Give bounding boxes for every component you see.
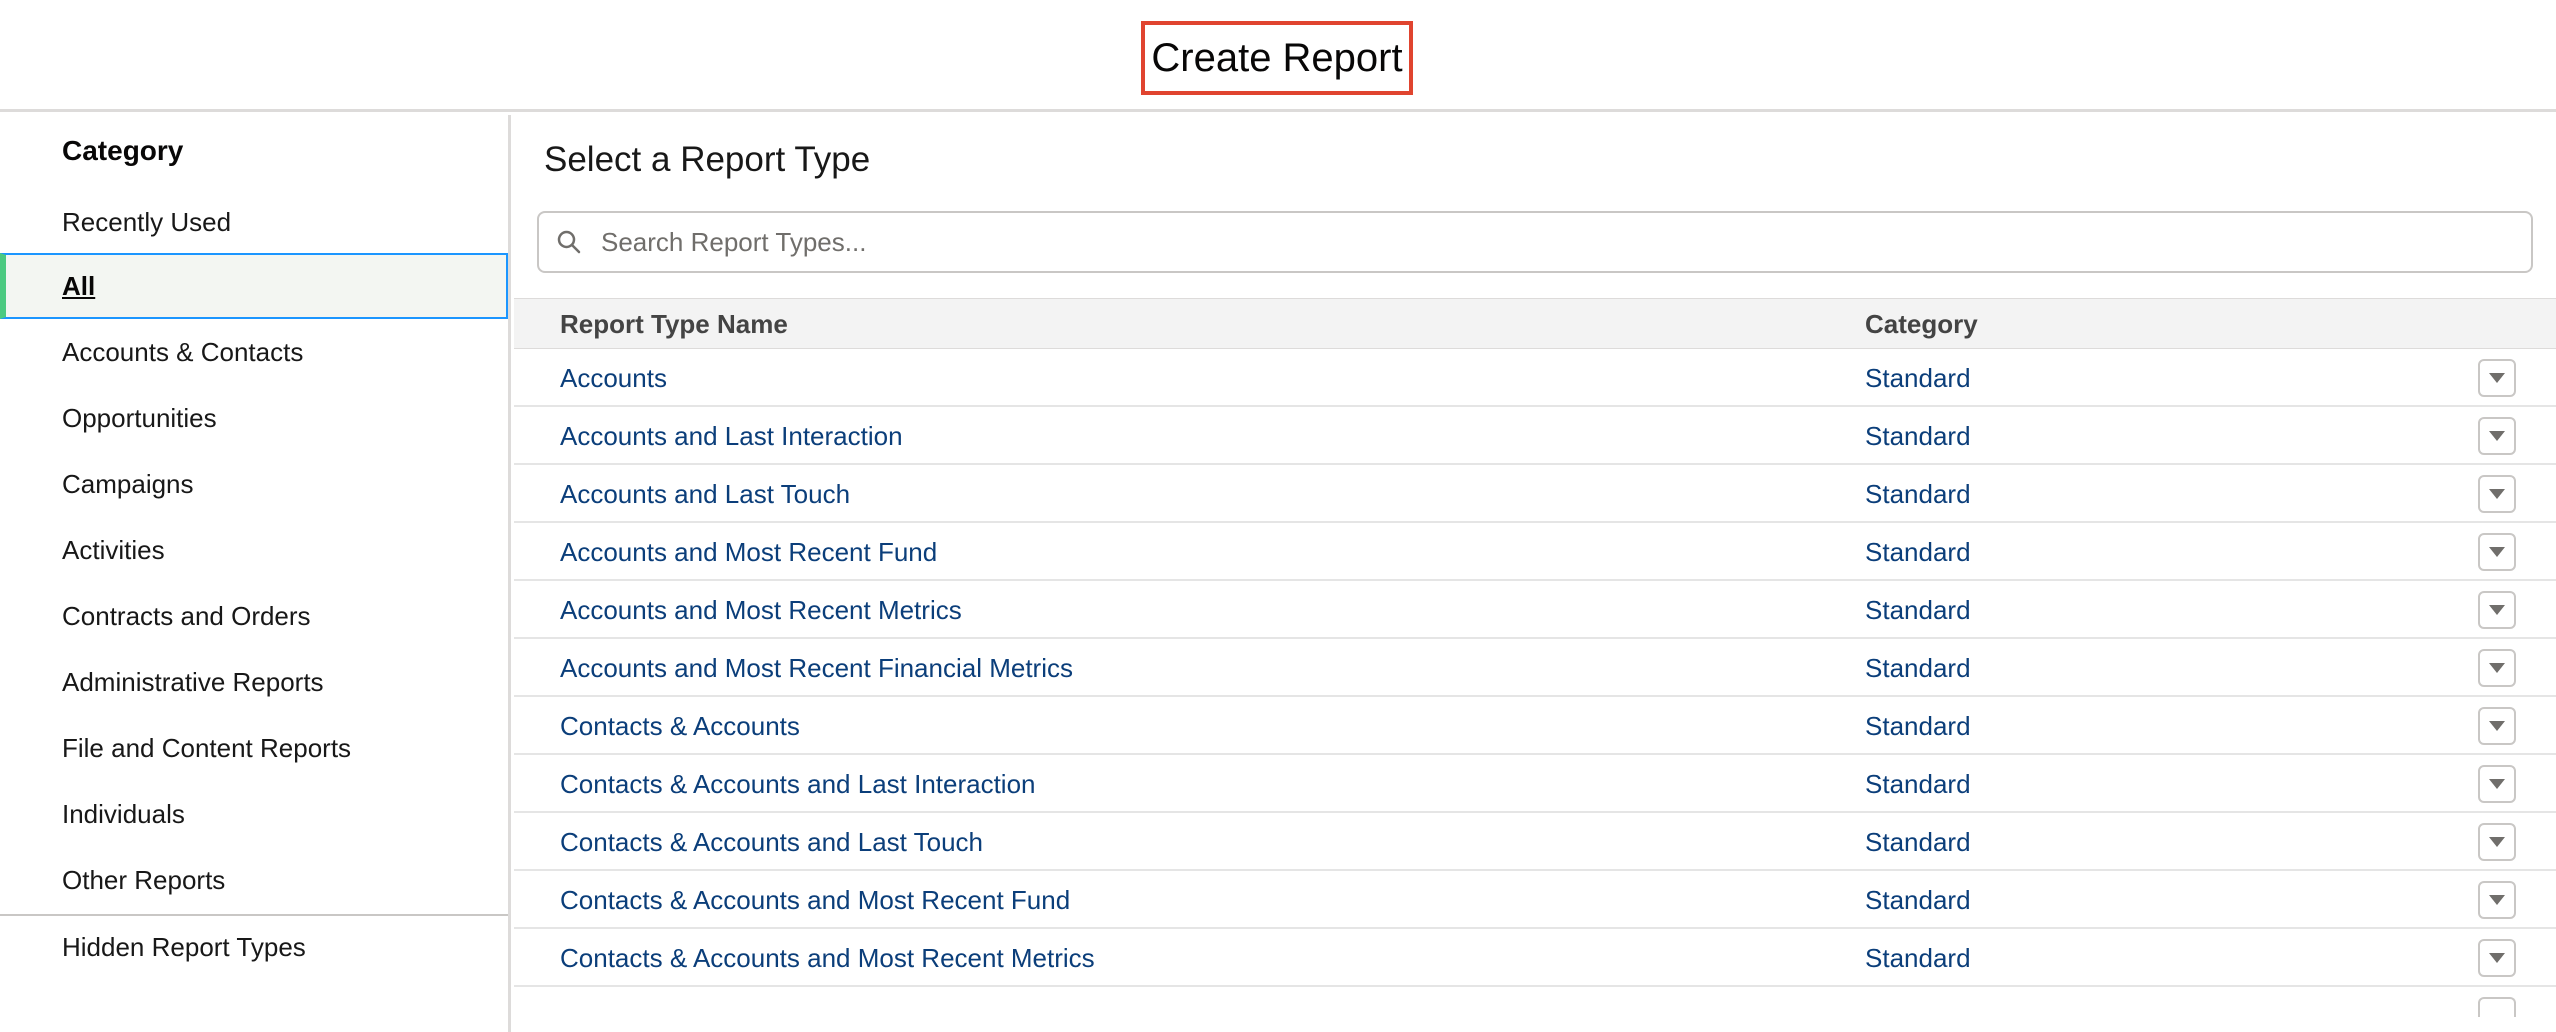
main-panel: Select a Report Type Report Type Name Ca… <box>514 115 2556 1032</box>
report-type-link[interactable]: Contacts & Accounts and Most Recent Fund <box>560 885 1070 916</box>
report-type-category: Standard <box>1865 827 1971 857</box>
report-type-category: Standard <box>1865 943 1971 973</box>
title-highlight-box: Create Report <box>1141 21 1413 95</box>
table-row: Accounts Standard <box>514 349 2556 407</box>
sidebar-item-recently-used[interactable]: Recently Used <box>0 189 508 255</box>
row-actions-button[interactable] <box>2478 417 2516 455</box>
chevron-down-icon <box>2489 431 2505 441</box>
table-row: Accounts and Most Recent Fund Standard <box>514 523 2556 581</box>
report-type-category: Standard <box>1865 479 1971 509</box>
report-type-category: Standard <box>1865 421 1971 451</box>
sidebar-item-hidden-report-types[interactable]: Hidden Report Types <box>0 914 508 980</box>
sidebar-item-campaigns[interactable]: Campaigns <box>0 451 508 517</box>
report-type-link[interactable]: Accounts and Last Interaction <box>560 421 903 452</box>
chevron-down-icon <box>2489 837 2505 847</box>
table-row: Accounts and Last Touch Standard <box>514 465 2556 523</box>
table-body: Accounts Standard Accounts and Last Intera… <box>514 349 2556 1017</box>
chevron-down-icon <box>2489 953 2505 963</box>
report-type-link[interactable]: Accounts and Most Recent Fund <box>560 537 937 568</box>
report-type-link[interactable]: Accounts and Most Recent Metrics <box>560 595 962 626</box>
table-row: Accounts and Most Recent Financial Metri… <box>514 639 2556 697</box>
sidebar-item-opportunities[interactable]: Opportunities <box>0 385 508 451</box>
search-input[interactable] <box>599 215 2531 269</box>
report-type-link[interactable]: Contacts & Accounts and Most Recent Metr… <box>560 943 1095 974</box>
sidebar-item-activities[interactable]: Activities <box>0 517 508 583</box>
table-row: Contacts & Accounts and Most Recent Metr… <box>514 929 2556 987</box>
table-row: Accounts and Most Recent Metrics Standard <box>514 581 2556 639</box>
table-row-partial <box>514 987 2556 1017</box>
row-actions-button[interactable] <box>2478 533 2516 571</box>
report-type-category: Standard <box>1865 537 1971 567</box>
column-header-name[interactable]: Report Type Name <box>560 309 788 340</box>
report-type-category: Standard <box>1865 711 1971 741</box>
report-type-category: Standard <box>1865 653 1971 683</box>
table-row: Accounts and Last Interaction Standard <box>514 407 2556 465</box>
table-row: Contacts & Accounts and Last Touch Standa… <box>514 813 2556 871</box>
row-actions-button[interactable] <box>2478 765 2516 803</box>
chevron-down-icon <box>2489 779 2505 789</box>
sidebar-item-accounts-contacts[interactable]: Accounts & Contacts <box>0 319 508 385</box>
chevron-down-icon <box>2489 663 2505 673</box>
report-type-category: Standard <box>1865 769 1971 799</box>
sidebar-item-administrative-reports[interactable]: Administrative Reports <box>0 649 508 715</box>
main-heading: Select a Report Type <box>544 140 871 179</box>
sidebar-item-individuals[interactable]: Individuals <box>0 781 508 847</box>
row-actions-button[interactable] <box>2478 359 2516 397</box>
row-actions-button[interactable] <box>2478 823 2516 861</box>
row-actions-button[interactable] <box>2478 475 2516 513</box>
chevron-down-icon <box>2489 721 2505 731</box>
page-title: Create Report <box>1151 35 1403 80</box>
row-actions-button[interactable] <box>2478 997 2516 1017</box>
search-box[interactable] <box>537 211 2533 273</box>
report-type-link[interactable]: Contacts & Accounts and Last Touch <box>560 827 983 858</box>
report-type-link[interactable]: Contacts & Accounts <box>560 711 800 742</box>
chevron-down-icon <box>2489 373 2505 383</box>
row-actions-button[interactable] <box>2478 881 2516 919</box>
row-actions-button[interactable] <box>2478 707 2516 745</box>
sidebar-item-contracts-and-orders[interactable]: Contracts and Orders <box>0 583 508 649</box>
sidebar-item-file-and-content-reports[interactable]: File and Content Reports <box>0 715 508 781</box>
row-actions-button[interactable] <box>2478 649 2516 687</box>
table-header: Report Type Name Category <box>514 298 2556 349</box>
row-actions-button[interactable] <box>2478 591 2516 629</box>
header: Create Report <box>0 0 2556 112</box>
table-row: Contacts & Accounts and Most Recent Fund… <box>514 871 2556 929</box>
chevron-down-icon <box>2489 605 2505 615</box>
sidebar-heading: Category <box>62 135 184 166</box>
report-type-category: Standard <box>1865 363 1971 393</box>
table-row: Contacts & Accounts Standard <box>514 697 2556 755</box>
category-sidebar: Category Recently Used All Accounts & Con… <box>0 115 511 1032</box>
sidebar-item-all[interactable]: All <box>0 253 508 319</box>
report-type-category: Standard <box>1865 595 1971 625</box>
column-header-category[interactable]: Category <box>1865 309 1978 340</box>
chevron-down-icon <box>2489 895 2505 905</box>
sidebar-item-other-reports[interactable]: Other Reports <box>0 847 508 913</box>
chevron-down-icon <box>2489 547 2505 557</box>
row-actions-button[interactable] <box>2478 939 2516 977</box>
report-type-link[interactable]: Contacts & Accounts and Last Interaction <box>560 769 1036 800</box>
search-icon <box>539 213 599 271</box>
table-row: Contacts & Accounts and Last Interaction… <box>514 755 2556 813</box>
report-type-link[interactable]: Accounts <box>560 363 667 394</box>
sidebar-list: All Accounts & Contacts Opportunities Campa… <box>0 253 508 913</box>
chevron-down-icon <box>2489 489 2505 499</box>
report-type-category: Standard <box>1865 885 1971 915</box>
report-type-link[interactable]: Accounts and Last Touch <box>560 479 850 510</box>
report-type-link[interactable]: Accounts and Most Recent Financial Metri… <box>560 653 1073 684</box>
